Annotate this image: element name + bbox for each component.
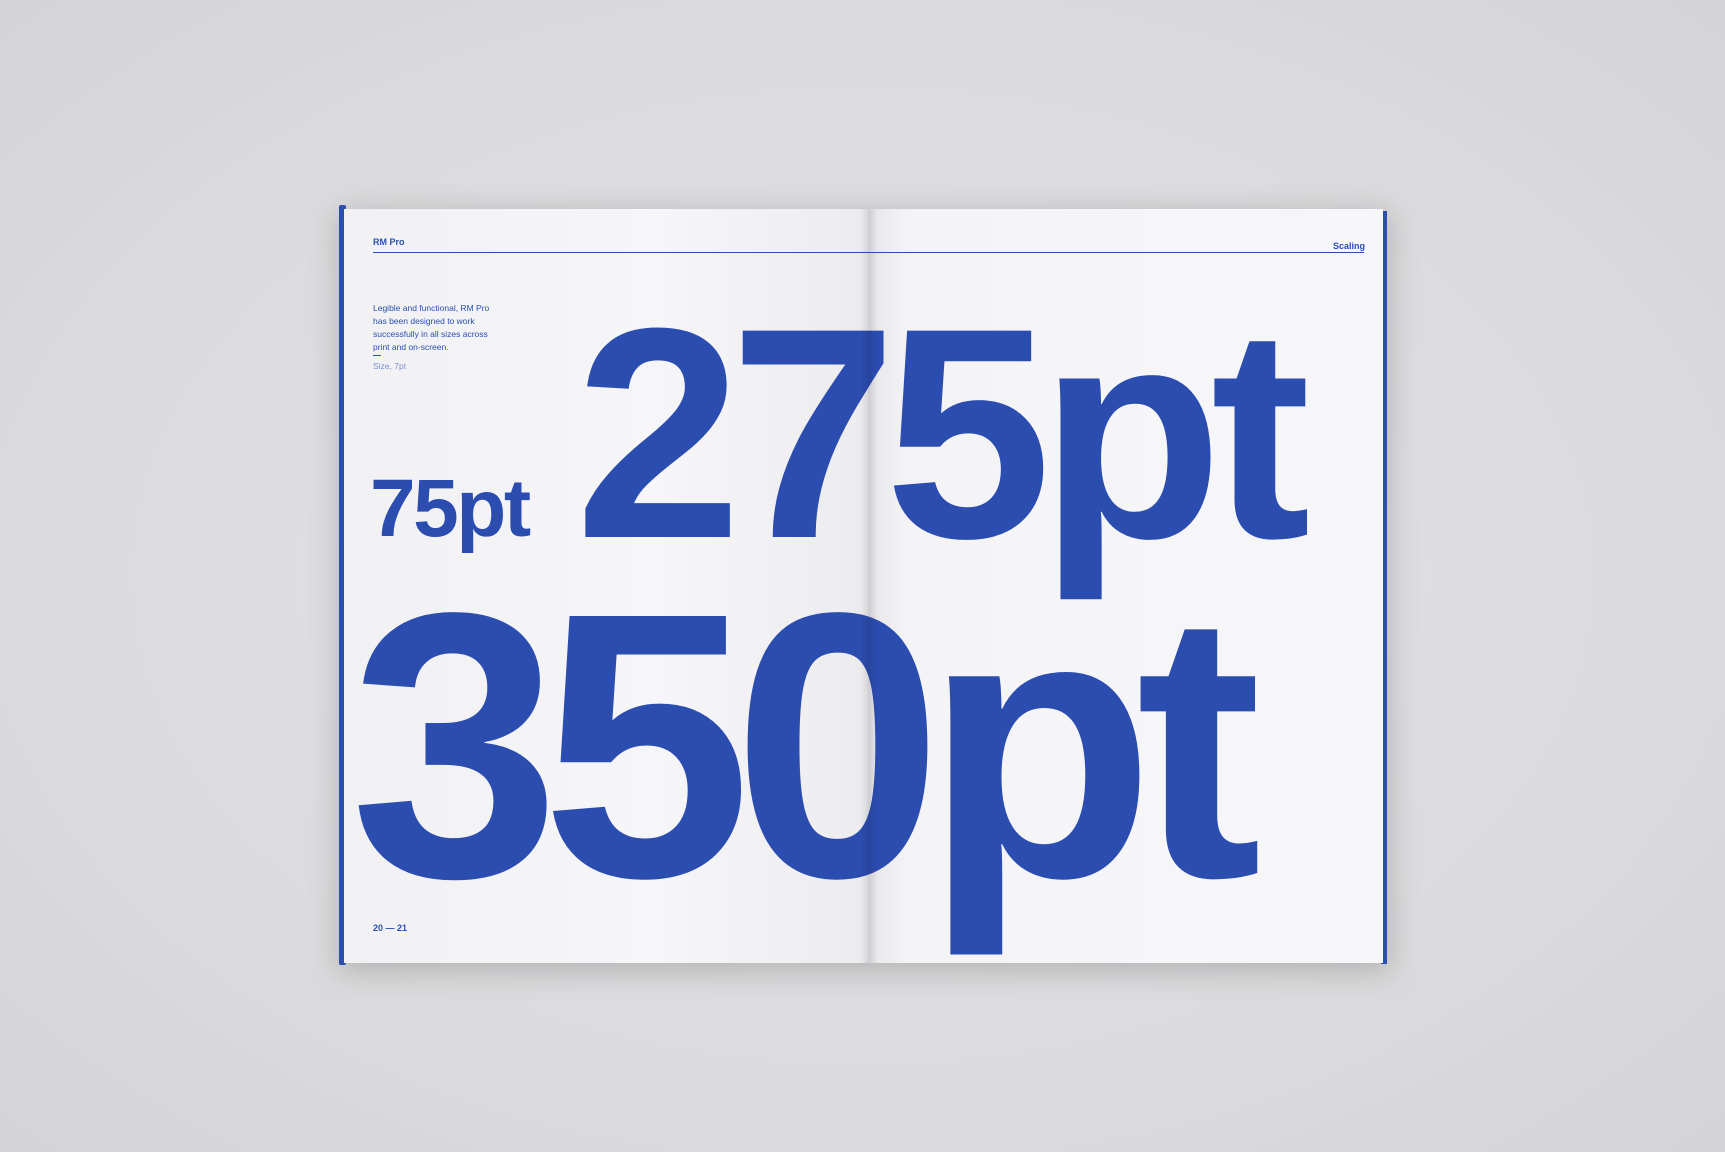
running-header-right: Scaling <box>1333 241 1366 251</box>
running-header-left: RM Pro <box>373 237 405 247</box>
size-caption: Size, 7pt <box>373 361 407 371</box>
specimen-350pt: 350pt <box>350 535 1262 957</box>
intro-text: Legible and functional, RM Pro has been … <box>373 303 490 352</box>
header-rule-left <box>373 252 869 253</box>
header-rule-right <box>868 252 1364 253</box>
separator-dash <box>373 355 381 356</box>
page-numbers: 20 — 21 <box>373 923 408 933</box>
